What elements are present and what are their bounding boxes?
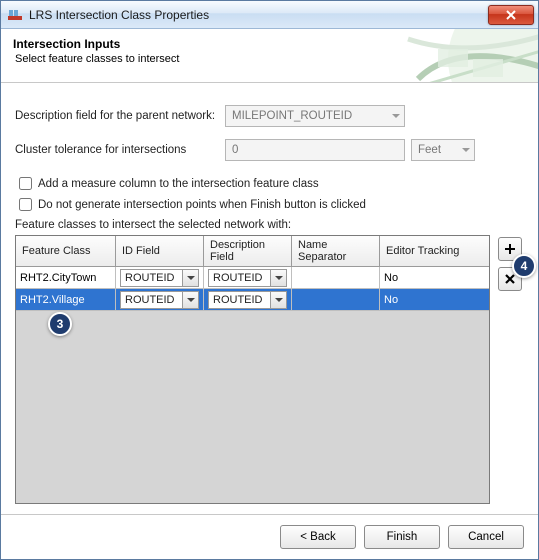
no-generate-checkbox[interactable]: [19, 198, 32, 211]
close-icon: [505, 9, 517, 21]
add-measure-label: Add a measure column to the intersection…: [38, 178, 319, 190]
chevron-down-icon: [270, 270, 286, 286]
grid-label: Feature classes to intersect the selecte…: [15, 219, 524, 231]
cluster-label: Cluster tolerance for intersections: [15, 144, 225, 156]
dialog-window: LRS Intersection Class Properties Inters…: [0, 0, 539, 560]
wizard-banner: Intersection Inputs Select feature class…: [1, 29, 538, 83]
row-description-field: Description field for the parent network…: [15, 105, 524, 127]
cluster-value-field[interactable]: 0: [225, 139, 405, 161]
content-area: Description field for the parent network…: [1, 83, 538, 514]
app-icon: [7, 7, 23, 23]
no-generate-label: Do not generate intersection points when…: [38, 199, 366, 211]
close-button[interactable]: [488, 5, 534, 25]
cell-description-field: ROUTEID: [204, 289, 292, 310]
cluster-value: 0: [232, 144, 238, 156]
back-button[interactable]: < Back: [280, 525, 356, 549]
cell-id-field: ROUTEID: [116, 289, 204, 310]
cell-feature-class: RHT2.CityTown: [16, 267, 116, 288]
table-row[interactable]: RHT2.CityTown ROUTEID ROUTEID: [16, 267, 489, 289]
cell-id-field: ROUTEID: [116, 267, 204, 288]
id-field-combo[interactable]: ROUTEID: [120, 269, 199, 287]
col-editor-tracking[interactable]: Editor Tracking: [380, 236, 489, 266]
cluster-unit-combo[interactable]: Feet: [411, 139, 475, 161]
id-field-combo[interactable]: ROUTEID: [120, 291, 199, 309]
window-title: LRS Intersection Class Properties: [29, 8, 488, 22]
finish-button[interactable]: Finish: [364, 525, 440, 549]
titlebar: LRS Intersection Class Properties: [1, 1, 538, 29]
grid-body: RHT2.CityTown ROUTEID ROUTEID: [16, 267, 489, 503]
x-icon: [504, 273, 516, 285]
description-field-combo[interactable]: ROUTEID: [208, 269, 287, 287]
col-name-separator[interactable]: Name Separator: [292, 236, 380, 266]
description-field-combo[interactable]: ROUTEID: [208, 291, 287, 309]
col-id-field[interactable]: ID Field: [116, 236, 204, 266]
chevron-down-icon: [392, 112, 400, 120]
row-cluster-tolerance: Cluster tolerance for intersections 0 Fe…: [15, 139, 524, 161]
grid-header: Feature Class ID Field Description Field…: [16, 236, 489, 267]
cell-name-separator[interactable]: [292, 267, 380, 288]
plus-icon: [504, 243, 516, 255]
desc-label: Description field for the parent network…: [15, 110, 225, 122]
row-check-nogen: Do not generate intersection points when…: [15, 198, 524, 211]
cell-name-separator[interactable]: [292, 289, 380, 310]
chevron-down-icon: [182, 270, 198, 286]
chevron-down-icon: [462, 146, 470, 154]
cell-editor-tracking: No: [380, 289, 489, 310]
feature-class-grid: Feature Class ID Field Description Field…: [15, 235, 490, 504]
cancel-button[interactable]: Cancel: [448, 525, 524, 549]
callout-4: 4: [512, 254, 536, 278]
cell-description-field: ROUTEID: [204, 267, 292, 288]
col-feature-class[interactable]: Feature Class: [16, 236, 116, 266]
desc-field-combo[interactable]: MILEPOINT_ROUTEID: [225, 105, 405, 127]
grid-wrap: Feature Class ID Field Description Field…: [15, 235, 524, 504]
table-row[interactable]: RHT2.Village ROUTEID ROUTEID: [16, 289, 489, 311]
desc-field-value: MILEPOINT_ROUTEID: [232, 110, 352, 122]
banner-decoration: [398, 29, 538, 82]
cluster-unit-value: Feet: [418, 144, 441, 156]
row-check-measure: Add a measure column to the intersection…: [15, 177, 524, 190]
add-measure-checkbox[interactable]: [19, 177, 32, 190]
col-description-field[interactable]: Description Field: [204, 236, 292, 266]
cell-editor-tracking: No: [380, 267, 489, 288]
chevron-down-icon: [270, 292, 286, 308]
cell-feature-class: RHT2.Village: [16, 289, 116, 310]
dialog-footer: < Back Finish Cancel: [1, 514, 538, 559]
callout-3: 3: [48, 312, 72, 336]
chevron-down-icon: [182, 292, 198, 308]
